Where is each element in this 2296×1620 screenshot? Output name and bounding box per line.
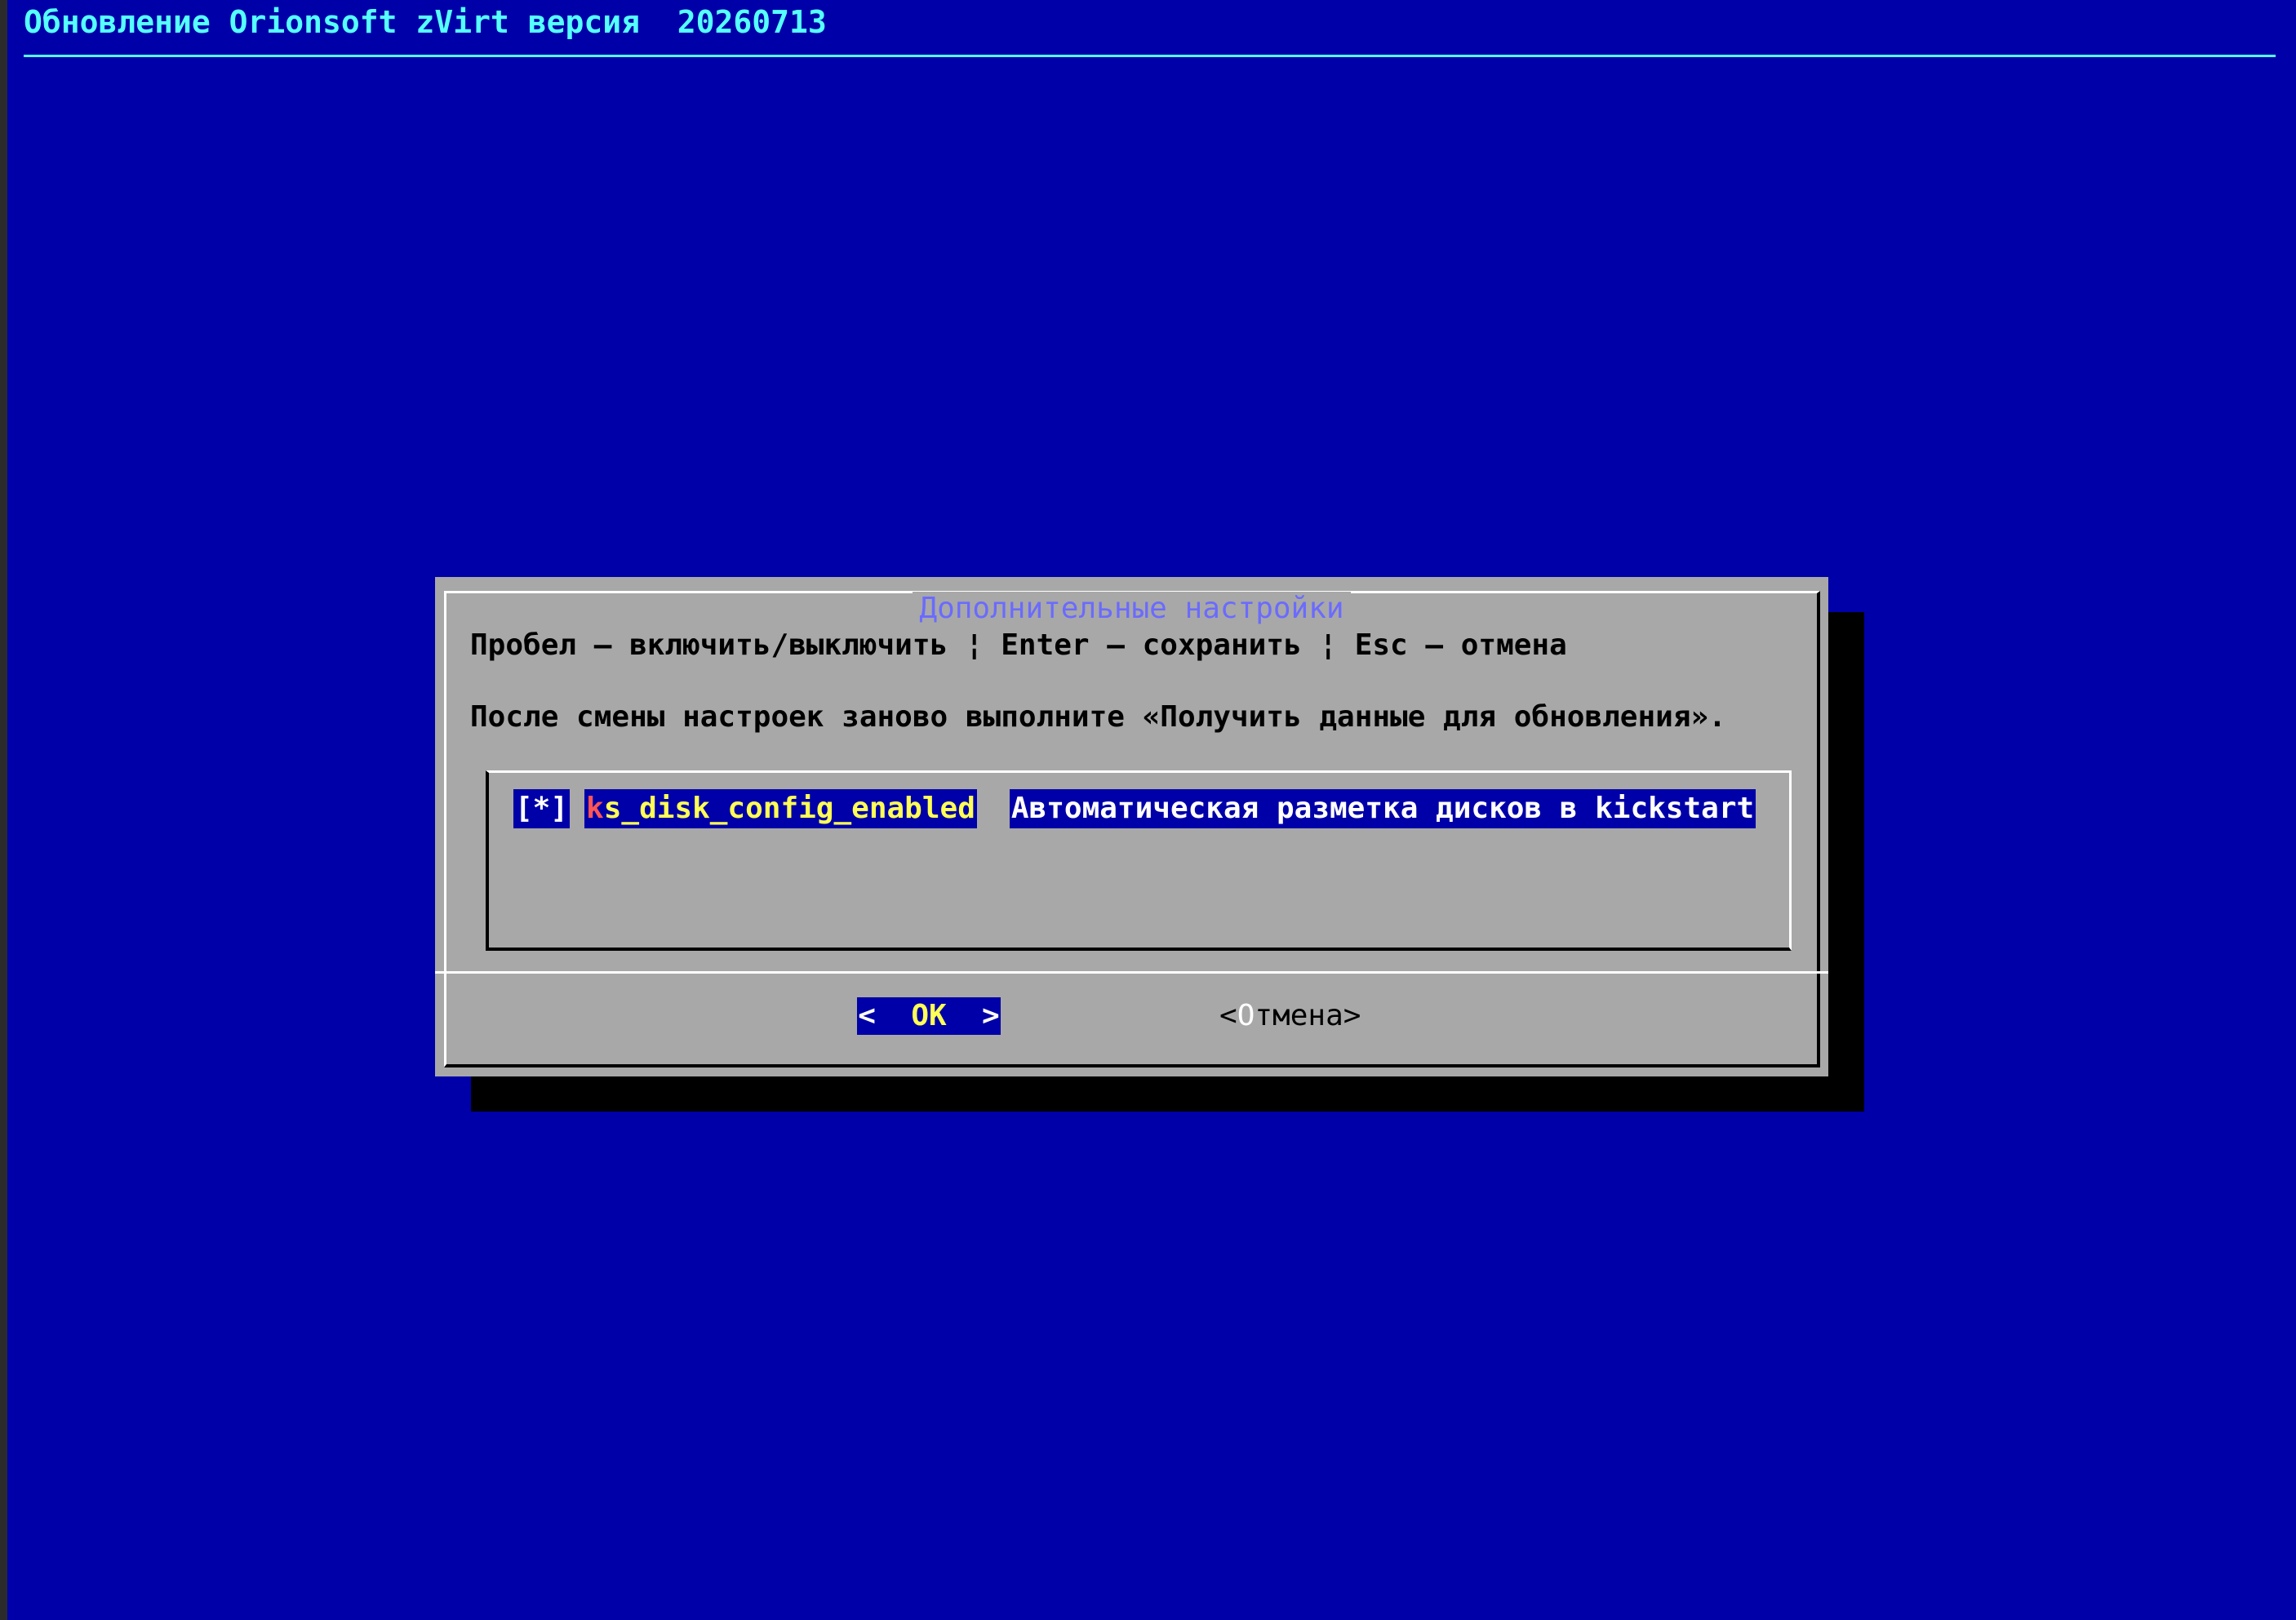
dialog-title-text: Дополнительные настройки xyxy=(913,592,1351,625)
item-tag-rest: s_disk_config_enabled xyxy=(603,792,975,825)
cancel-right-bracket: > xyxy=(1343,999,1361,1032)
item-tag-hotkey: k xyxy=(586,792,604,825)
backtitle-divider xyxy=(24,55,2276,57)
item-description: Автоматическая разметка дисков в kicksta… xyxy=(1009,789,1756,828)
dialog-title: Дополнительные настройки xyxy=(446,590,1817,628)
cancel-hotkey: О xyxy=(1237,999,1255,1032)
item-tag: ks_disk_config_enabled xyxy=(584,789,977,828)
screen: Обновление Orionsoft zVirt версия 202607… xyxy=(7,0,2296,1620)
checklist: [*] ks_disk_config_enabled Автоматическая … xyxy=(486,770,1792,951)
settings-dialog: Дополнительные настройки Пробел — включи… xyxy=(435,577,1828,1076)
note-line: После смены настроек заново выполните «П… xyxy=(470,700,1726,734)
ok-label: OK xyxy=(911,999,947,1032)
ok-left-bracket: < xyxy=(858,999,876,1032)
ok-button[interactable]: < OK > xyxy=(857,997,1001,1035)
checkbox[interactable]: [*] xyxy=(513,789,571,828)
cancel-left-bracket: < xyxy=(1219,999,1237,1032)
cancel-label: тмена xyxy=(1255,999,1343,1032)
button-divider xyxy=(435,971,1828,974)
backtitle: Обновление Orionsoft zVirt версия 202607… xyxy=(24,4,827,40)
cancel-button[interactable]: <Отмена> xyxy=(1219,997,1361,1035)
help-line: Пробел — включить/выключить ¦ Enter — со… xyxy=(470,628,1567,662)
list-item-ks-disk-config[interactable]: [*] ks_disk_config_enabled Автоматическая … xyxy=(513,789,1756,828)
ok-right-bracket: > xyxy=(982,999,1000,1032)
